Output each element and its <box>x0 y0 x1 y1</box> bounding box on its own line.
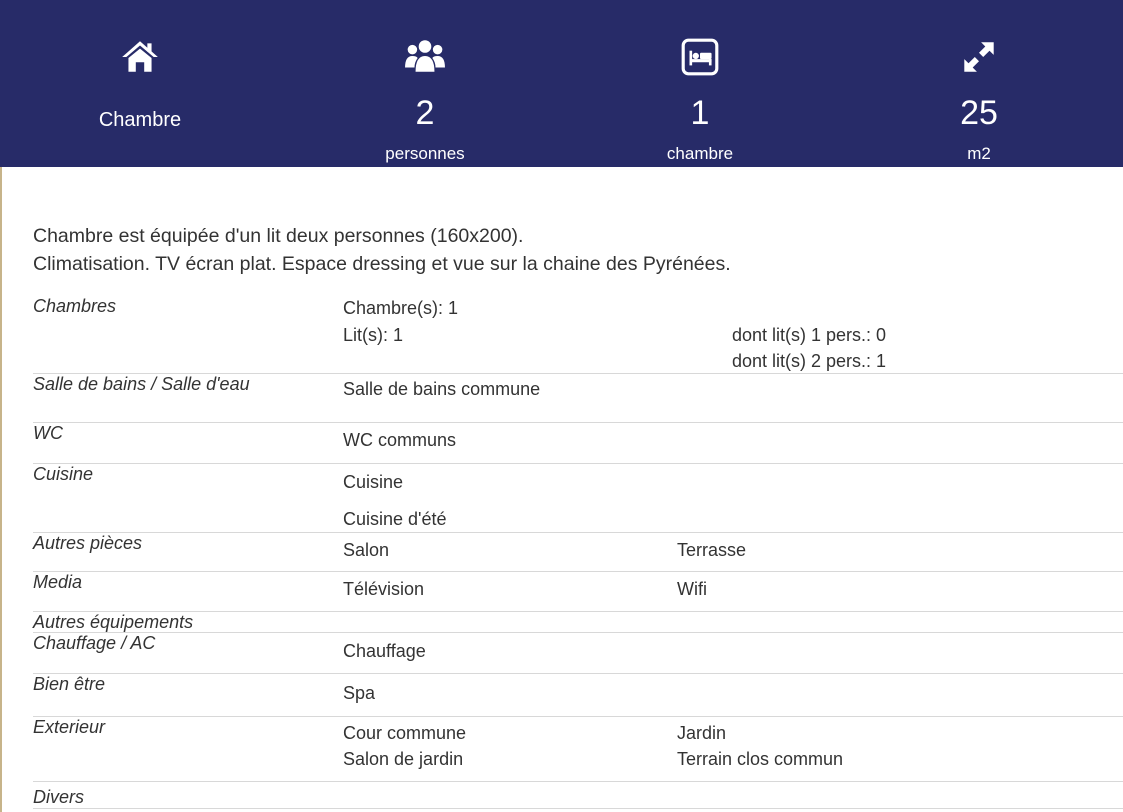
row-name: Salle de bains / Salle d'eau <box>33 374 250 394</box>
bed-count: Lit(s): 1 <box>343 325 404 345</box>
row-bien-etre: Bien être Spa <box>33 674 1123 717</box>
stat-area: 25 m2 <box>879 0 1079 167</box>
row-cuisine: Cuisine Cuisine Cuisine d'été <box>33 464 1123 533</box>
row-value-2: Cuisine d'été <box>343 509 447 529</box>
bedrooms-value: 1 <box>690 94 710 132</box>
row-name: Divers <box>33 787 85 807</box>
row-name: Chambres <box>33 296 117 316</box>
row-name: Media <box>33 572 83 592</box>
description-line-1: Chambre est équipée d'un lit deux person… <box>33 225 524 247</box>
area-value: 25 <box>960 94 998 132</box>
room-count: Chambre(s): 1 <box>343 298 459 318</box>
row-divers: Divers <box>33 782 1123 809</box>
property-summary-header: Chambre 2 personnes 1 chambre 25 m2 <box>0 0 1123 167</box>
row-exterieur: Exterieur Cour commune Jardin Salon de j… <box>33 717 1123 782</box>
row-name: Chauffage / AC <box>33 633 156 653</box>
left-edge-strip <box>0 167 2 812</box>
row-value: Chauffage <box>343 641 426 661</box>
row-wc: WC WC communs <box>33 423 1123 464</box>
row-name: Bien être <box>33 674 106 694</box>
row-value: WC communs <box>343 430 457 450</box>
room-description: Chambre est équipée d'un lit deux person… <box>33 222 731 278</box>
row-salle-de-bains: Salle de bains / Salle d'eau Salle de ba… <box>33 374 1123 423</box>
row-name: WC <box>33 423 63 443</box>
persons-label: personnes <box>385 144 465 163</box>
row-name: Autres pièces <box>33 533 143 553</box>
persons-value: 2 <box>415 94 435 132</box>
row-value-1: Cuisine <box>343 472 404 492</box>
row-chambres: Chambres Chambre(s): 1 Lit(s): 1 dont li… <box>33 296 1123 374</box>
area-label: m2 <box>967 144 991 163</box>
row-value: Salle de bains commune <box>343 379 541 399</box>
row-autres-pieces: Autres pièces Salon Terrasse <box>33 533 1123 572</box>
description-line-2: Climatisation. TV écran plat. Espace dre… <box>33 253 731 275</box>
row-value-2: Jardin <box>677 723 727 743</box>
stat-bedrooms: 1 chambre <box>600 0 800 167</box>
double-bed-count: dont lit(s) 2 pers.: 1 <box>732 351 887 371</box>
stat-type: Chambre <box>40 0 240 167</box>
row-value-1: Télévision <box>343 579 425 599</box>
row-chauffage: Chauffage / AC Chauffage <box>33 633 1123 674</box>
type-label: Chambre <box>98 109 182 131</box>
row-value-2: Wifi <box>677 579 707 599</box>
bed-icon <box>681 38 719 76</box>
row-value: Spa <box>343 683 376 703</box>
row-value-1: Cour commune <box>343 723 467 743</box>
users-icon <box>405 40 445 72</box>
home-icon <box>122 41 158 72</box>
row-name: Autres équipements <box>33 612 194 632</box>
row-media: Media Télévision Wifi <box>33 572 1123 612</box>
row-value-3: Salon de jardin <box>343 749 464 769</box>
row-autres-equipements: Autres équipements <box>33 612 1123 633</box>
row-value-1: Salon <box>343 540 390 560</box>
row-value-2: Terrasse <box>677 540 747 560</box>
bedrooms-label: chambre <box>666 144 734 163</box>
expand-icon <box>964 42 994 72</box>
row-name: Cuisine <box>33 464 94 484</box>
row-value-4: Terrain clos commun <box>677 749 844 769</box>
row-name: Exterieur <box>33 717 106 737</box>
stat-persons: 2 personnes <box>325 0 525 167</box>
single-bed-count: dont lit(s) 1 pers.: 0 <box>732 325 887 345</box>
